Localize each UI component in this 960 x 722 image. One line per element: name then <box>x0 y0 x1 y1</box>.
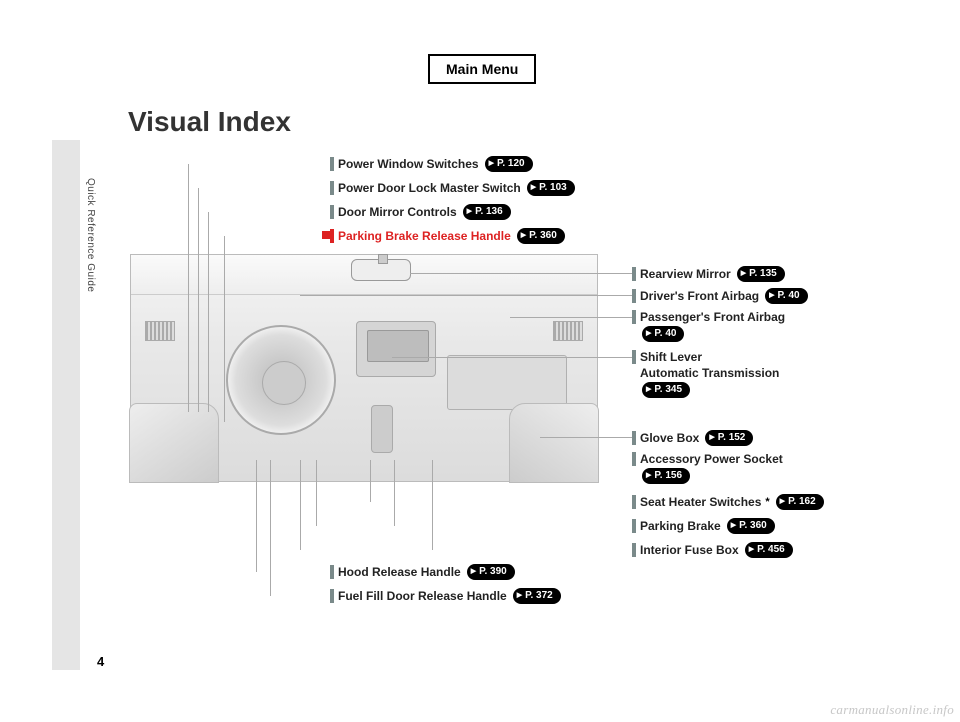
callout-label: Interior Fuse Box <box>640 543 739 557</box>
red-anchor-icon <box>322 231 330 239</box>
callout-tick-icon <box>330 157 334 171</box>
callout-tick-icon <box>330 229 334 243</box>
watermark: carmanualsonline.info <box>830 702 954 718</box>
page-ref-pill[interactable]: P. 40 <box>765 288 807 304</box>
leader-line <box>392 357 632 358</box>
leader-line <box>394 460 395 526</box>
main-menu-label: Main Menu <box>446 61 518 77</box>
callout-seat-heater-switches[interactable]: Seat Heater Switches * P. 162 <box>632 494 824 510</box>
page-ref-pill[interactable]: P. 135 <box>737 266 785 282</box>
callout-label: Hood Release Handle <box>338 565 461 579</box>
callout-sublabel: Automatic Transmission <box>640 366 779 380</box>
callout-tick-icon <box>632 543 636 557</box>
asterisk-icon: * <box>765 496 769 508</box>
page-ref-pill[interactable]: P. 152 <box>705 430 753 446</box>
callout-label: Seat Heater Switches <box>640 495 761 509</box>
callout-label: Fuel Fill Door Release Handle <box>338 589 507 603</box>
page-ref-pill[interactable]: P. 372 <box>513 588 561 604</box>
callout-tick-icon <box>632 431 636 445</box>
callout-label: Parking Brake <box>640 519 721 533</box>
side-tab <box>52 140 80 670</box>
leader-line <box>432 460 433 550</box>
callout-tick-icon <box>330 589 334 603</box>
callout-tick-icon <box>632 289 636 303</box>
dashboard-center-stack-icon <box>356 321 436 377</box>
dashboard-glovebox-icon <box>447 355 567 410</box>
leader-line <box>208 212 209 412</box>
leader-line <box>224 236 225 422</box>
leader-line <box>256 460 257 572</box>
dashboard-seat-right-icon <box>509 403 599 483</box>
leader-line <box>300 295 632 296</box>
dashboard-vent-left-icon <box>145 321 175 341</box>
leader-line <box>316 460 317 526</box>
dashboard-vent-right-icon <box>553 321 583 341</box>
leader-line <box>370 460 371 502</box>
callout-label: Shift Lever <box>640 350 702 364</box>
callout-passengers-front-airbag[interactable]: Passenger's Front Airbag P. 40 <box>632 310 785 342</box>
page-ref-pill[interactable]: P. 162 <box>776 494 824 510</box>
callout-power-window-switches[interactable]: Power Window Switches P. 120 <box>330 156 533 172</box>
page-ref-pill[interactable]: P. 136 <box>463 204 511 220</box>
callout-tick-icon <box>330 205 334 219</box>
leader-line <box>410 273 632 274</box>
callout-label: Power Door Lock Master Switch <box>338 181 521 195</box>
callout-label: Power Window Switches <box>338 157 479 171</box>
side-tab-label: Quick Reference Guide <box>85 178 96 292</box>
callout-parking-brake-release-handle[interactable]: Parking Brake Release Handle P. 360 <box>330 228 565 244</box>
main-menu-button[interactable]: Main Menu <box>428 54 536 84</box>
dashboard-seat-left-icon <box>129 403 219 483</box>
callout-fuel-fill-door-release-handle[interactable]: Fuel Fill Door Release Handle P. 372 <box>330 588 561 604</box>
callout-tick-icon <box>632 519 636 533</box>
callout-tick-icon <box>632 310 636 324</box>
page-ref-pill[interactable]: P. 456 <box>745 542 793 558</box>
leader-line <box>270 460 271 596</box>
leader-line <box>510 317 632 318</box>
page-ref-pill[interactable]: P. 345 <box>642 382 690 398</box>
leader-line <box>300 460 301 550</box>
dashboard-rearview-mirror-icon <box>351 259 411 281</box>
callout-label: Accessory Power Socket <box>640 452 783 466</box>
callout-label: Driver's Front Airbag <box>640 289 759 303</box>
callout-tick-icon <box>330 565 334 579</box>
page-ref-pill[interactable]: P. 156 <box>642 468 690 484</box>
callout-glove-box[interactable]: Glove Box P. 152 <box>632 430 753 446</box>
leader-line <box>540 437 632 438</box>
dashboard-shifter-icon <box>371 405 393 453</box>
page-ref-pill[interactable]: P. 360 <box>517 228 565 244</box>
callout-label: Glove Box <box>640 431 699 445</box>
page-ref-pill[interactable]: P. 120 <box>485 156 533 172</box>
callout-parking-brake[interactable]: Parking Brake P. 360 <box>632 518 775 534</box>
page-ref-pill[interactable]: P. 103 <box>527 180 575 196</box>
callout-accessory-power-socket[interactable]: Accessory Power Socket P. 156 <box>632 452 783 484</box>
page-title: Visual Index <box>128 106 291 138</box>
leader-line <box>198 188 199 412</box>
callout-hood-release-handle[interactable]: Hood Release Handle P. 390 <box>330 564 515 580</box>
dashboard-illustration <box>130 254 598 482</box>
page-ref-pill[interactable]: P. 360 <box>727 518 775 534</box>
callout-tick-icon <box>632 267 636 281</box>
callout-label: Rearview Mirror <box>640 267 731 281</box>
callout-power-door-lock-master-switch[interactable]: Power Door Lock Master Switch P. 103 <box>330 180 575 196</box>
page-ref-pill[interactable]: P. 40 <box>642 326 684 342</box>
callout-rearview-mirror[interactable]: Rearview Mirror P. 135 <box>632 266 785 282</box>
callout-label: Door Mirror Controls <box>338 205 457 219</box>
callout-tick-icon <box>632 452 636 466</box>
callout-door-mirror-controls[interactable]: Door Mirror Controls P. 136 <box>330 204 511 220</box>
callout-drivers-front-airbag[interactable]: Driver's Front Airbag P. 40 <box>632 288 808 304</box>
callout-shift-lever[interactable]: Shift Lever Automatic Transmission P. 34… <box>632 350 779 398</box>
page-number: 4 <box>97 654 104 669</box>
callout-interior-fuse-box[interactable]: Interior Fuse Box P. 456 <box>632 542 793 558</box>
callout-label: Passenger's Front Airbag <box>640 310 785 324</box>
callout-tick-icon <box>632 495 636 509</box>
page-ref-pill[interactable]: P. 390 <box>467 564 515 580</box>
dashboard-steering-wheel-icon <box>226 325 336 435</box>
callout-tick-icon <box>632 350 636 364</box>
leader-line <box>188 164 189 412</box>
callout-label: Parking Brake Release Handle <box>338 229 511 243</box>
callout-tick-icon <box>330 181 334 195</box>
